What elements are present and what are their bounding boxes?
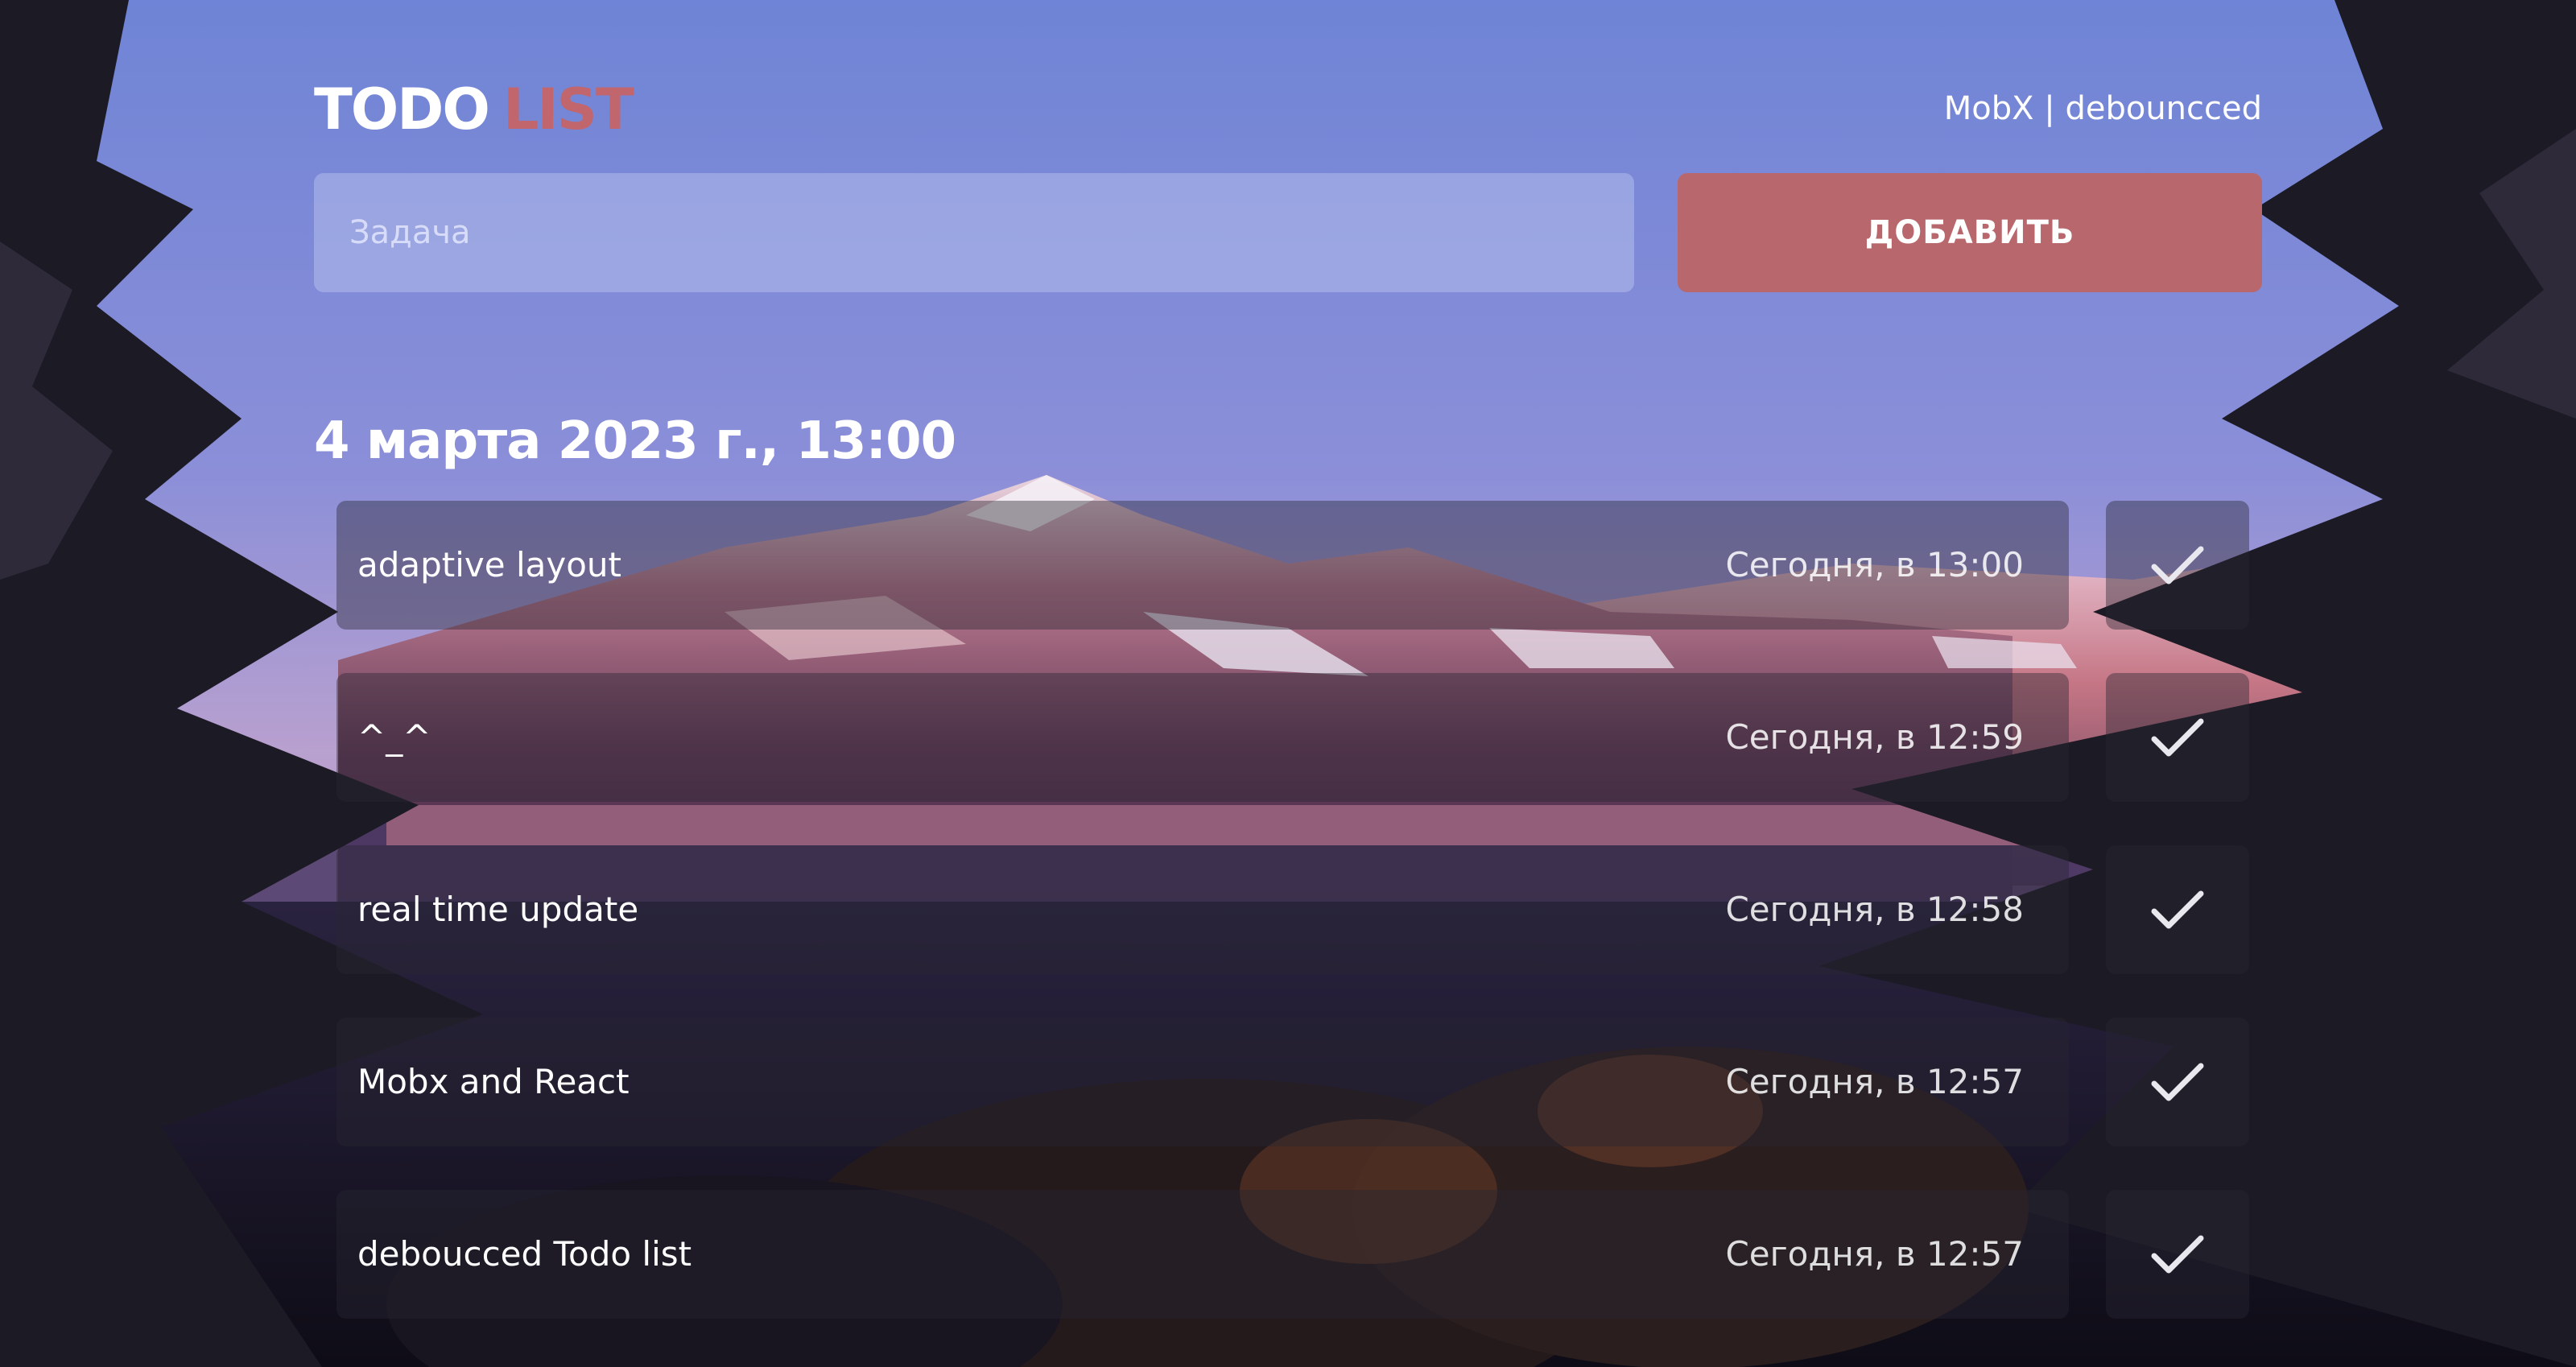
todo-item: adaptive layout Сегодня, в 13:00 [336,501,2252,630]
todo-title: adaptive layout [357,545,622,584]
todo-item-card[interactable]: Mobx and React Сегодня, в 12:57 [336,1018,2069,1146]
complete-button[interactable] [2106,1190,2249,1319]
logo-word-todo: TODO [314,76,490,142]
app-logo: TODO LIST [314,76,634,142]
check-icon [2151,1063,2204,1101]
todo-item: real time update Сегодня, в 12:58 [336,845,2252,974]
todo-item: deboucced Todo list Сегодня, в 12:57 [336,1190,2252,1319]
app-subtitle: MobX | debouncced [1943,90,2262,127]
todo-item-card[interactable]: adaptive layout Сегодня, в 13:00 [336,501,2069,630]
add-task-button[interactable]: ДОБАВИТЬ [1678,173,2262,292]
todo-time: Сегодня, в 13:00 [1725,545,2024,584]
todo-item: ^_^ Сегодня, в 12:59 [336,673,2252,802]
todo-time: Сегодня, в 12:59 [1725,717,2024,757]
todo-title: ^_^ [357,717,431,757]
todo-title: Mobx and React [357,1062,630,1101]
todo-list: adaptive layout Сегодня, в 13:00 ^_^ Сег… [336,501,2252,1362]
date-heading: 4 марта 2023 г., 13:00 [314,411,956,471]
todo-title: real time update [357,890,639,929]
todo-item-card[interactable]: real time update Сегодня, в 12:58 [336,845,2069,974]
logo-word-list: LIST [502,76,634,142]
todo-item-card[interactable]: deboucced Todo list Сегодня, в 12:57 [336,1190,2069,1319]
todo-item-card[interactable]: ^_^ Сегодня, в 12:59 [336,673,2069,802]
complete-button[interactable] [2106,845,2249,974]
todo-time: Сегодня, в 12:57 [1725,1062,2024,1101]
todo-item: Mobx and React Сегодня, в 12:57 [336,1018,2252,1146]
todo-time: Сегодня, в 12:58 [1725,890,2024,929]
todo-title: deboucced Todo list [357,1234,692,1274]
check-icon [2151,718,2204,757]
complete-button[interactable] [2106,501,2249,630]
check-icon [2151,1235,2204,1274]
complete-button[interactable] [2106,673,2249,802]
complete-button[interactable] [2106,1018,2249,1146]
task-input[interactable] [314,173,1634,292]
check-icon [2151,546,2204,584]
todo-time: Сегодня, в 12:57 [1725,1234,2024,1274]
check-icon [2151,890,2204,929]
